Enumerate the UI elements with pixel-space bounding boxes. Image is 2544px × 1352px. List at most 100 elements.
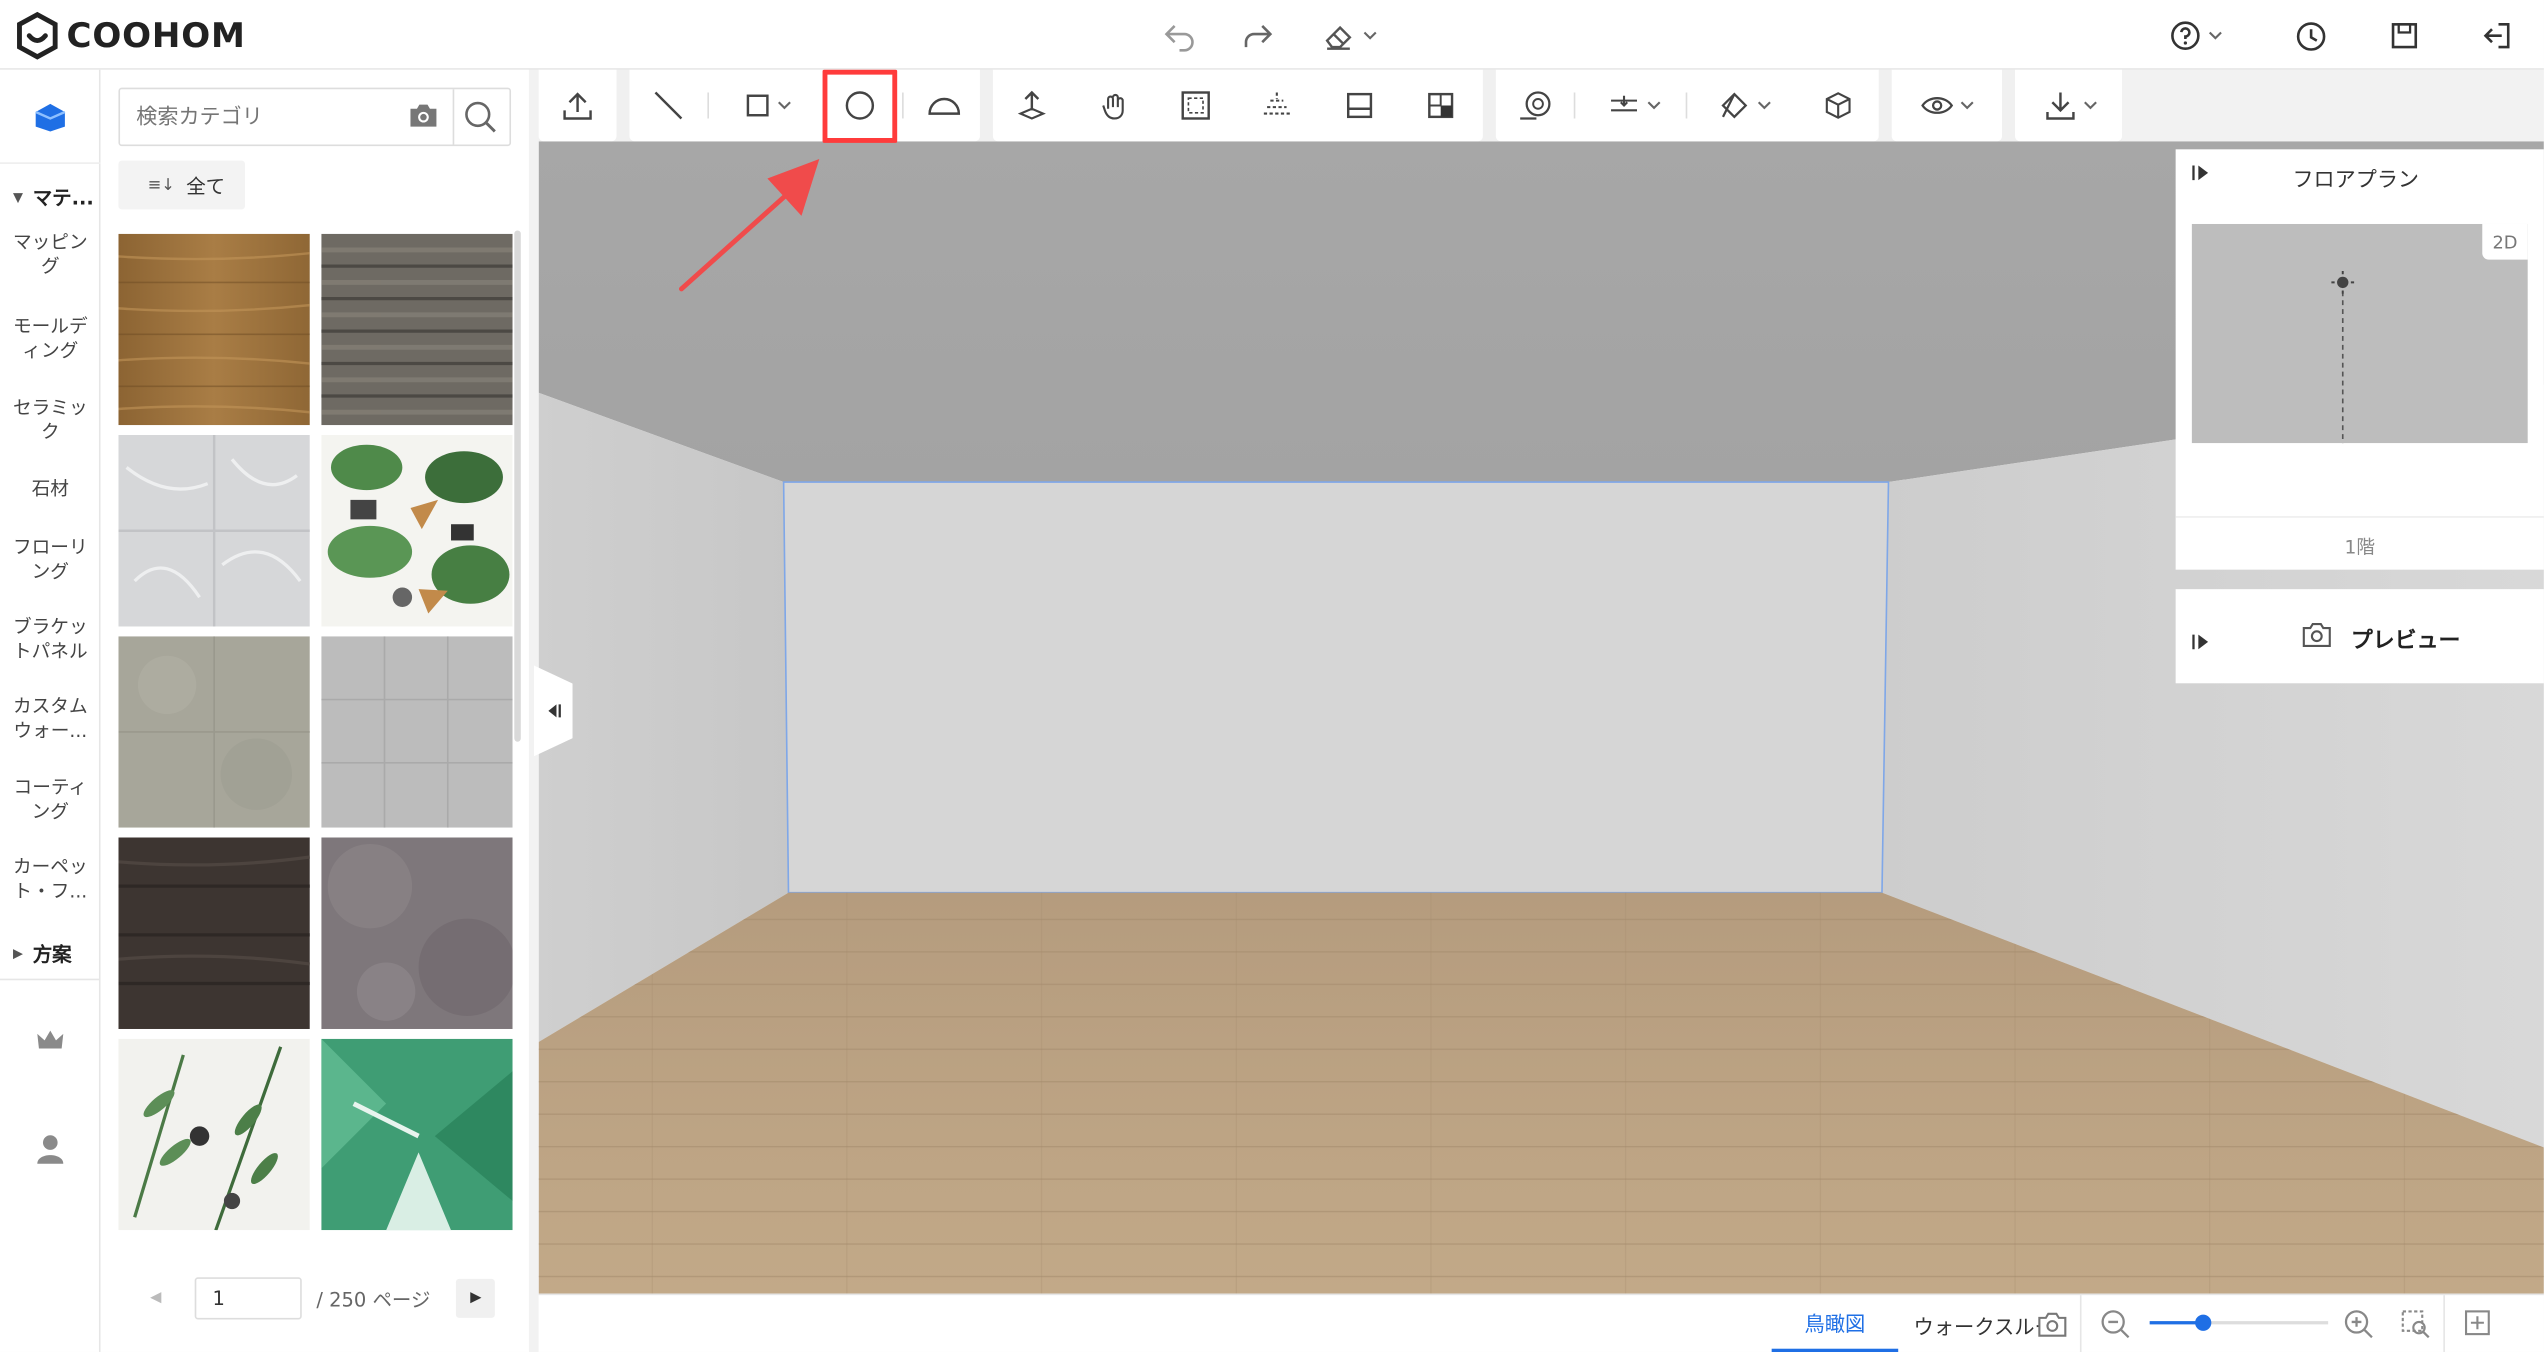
line-tool-button[interactable] (649, 86, 688, 125)
page-total: / 250 ページ (316, 1287, 431, 1311)
chevron-down-icon (1959, 101, 1973, 110)
expand-preview-button[interactable] (2192, 626, 2210, 657)
offset-button[interactable] (1176, 86, 1215, 125)
rectangle-tool-button[interactable] (735, 86, 800, 125)
filter-all-button[interactable]: ≡↓ 全て (118, 160, 245, 210)
material-tile[interactable] (321, 837, 513, 1029)
bottom-bar: 鳥瞰図 ウォークスルー (538, 1293, 2544, 1352)
rail-section-plans[interactable]: ▶ 方案 (0, 940, 101, 966)
upload-button[interactable] (558, 86, 597, 125)
download-icon (2045, 92, 2074, 120)
search-box (118, 87, 512, 147)
zoom-slider-handle[interactable] (2195, 1314, 2212, 1331)
rail-premium-button[interactable] (0, 1027, 101, 1053)
material-tile[interactable] (321, 636, 513, 828)
material-tile[interactable] (118, 233, 310, 426)
toolbar-separator (902, 92, 904, 119)
exit-button[interactable] (2481, 16, 2513, 55)
expand-icon (2192, 165, 2209, 181)
brand-logo[interactable]: COOHOM (15, 11, 246, 60)
circle-tool-highlight (822, 69, 898, 143)
floor-plan-header: フロアプラン (2176, 149, 2544, 198)
camera-settings-icon (2038, 1312, 2067, 1337)
frame-icon (1181, 91, 1210, 120)
pagination: ◀ 1 / 250 ページ ▶ (136, 1276, 501, 1321)
material-tile[interactable] (118, 636, 310, 828)
preview-panel[interactable]: プレビュー (2175, 589, 2544, 684)
array-button[interactable] (1257, 86, 1296, 125)
material-tile[interactable] (118, 837, 310, 1029)
rail-section-materials[interactable]: ▼ マテ... (0, 183, 101, 209)
expand-floor-plan-button[interactable] (2192, 164, 2210, 188)
camera-marker (2331, 271, 2355, 444)
zoom-area-icon (2401, 1310, 2430, 1339)
rail-divider (0, 978, 101, 981)
model-button[interactable] (1819, 86, 1858, 125)
eraser-icon (1325, 25, 1352, 50)
redo-button[interactable] (1240, 16, 1276, 55)
material-tile[interactable] (321, 233, 513, 426)
panel-button[interactable] (1340, 86, 1379, 125)
visibility-button[interactable] (1911, 86, 1982, 125)
rail-item-mapping[interactable]: マッピング (0, 230, 101, 279)
toolbar-group-export (2015, 69, 2123, 142)
rail-item-molding[interactable]: モールディング (0, 315, 101, 364)
floor-label[interactable]: 1階 (2176, 534, 2544, 560)
upload-icon (563, 92, 592, 120)
undo-button[interactable] (1162, 16, 1198, 55)
paint-button[interactable] (1710, 86, 1778, 125)
collapse-left-icon (548, 704, 561, 718)
search-input[interactable] (120, 90, 393, 143)
rail-item-ceramic[interactable]: セラミック (0, 396, 101, 445)
layout-button[interactable] (1421, 86, 1460, 125)
floor-plan-map[interactable]: 2D (2191, 223, 2528, 444)
push-pull-button[interactable] (1095, 86, 1134, 125)
rail-material-tab[interactable] (0, 70, 101, 164)
material-brush-button[interactable] (1515, 86, 1554, 125)
top-header: COOHOM (0, 0, 2544, 70)
toolbar-separator (1685, 92, 1688, 119)
arc-tool-button[interactable] (923, 86, 965, 125)
next-page-button[interactable]: ▶ (456, 1278, 496, 1318)
rail-item-stone[interactable]: 石材 (0, 477, 101, 501)
rail-item-custom-wall[interactable]: カスタムウォー... (0, 695, 101, 744)
floor-plan-panel: フロアプラン 2D 1階 (2175, 149, 2544, 570)
floor-plan-title: フロアプラン (2292, 168, 2420, 194)
page-input[interactable]: 1 (194, 1277, 302, 1320)
line-tool-icon (654, 91, 683, 120)
prev-page-button[interactable]: ◀ (136, 1279, 175, 1318)
zoom-slider[interactable] (2149, 1314, 2329, 1331)
material-tile[interactable] (321, 1038, 513, 1231)
eraser-button[interactable] (1321, 16, 1378, 55)
fullscreen-icon (2464, 1310, 2490, 1336)
save-button[interactable] (2390, 16, 2419, 55)
rail-item-coating[interactable]: コーティング (0, 776, 101, 825)
tab-walkthrough[interactable]: ウォークスルー (1911, 1295, 2057, 1352)
zoom-fit-button[interactable] (2400, 1308, 2432, 1347)
material-box-icon (35, 103, 66, 131)
chevron-down-icon (1646, 101, 1660, 110)
rail-item-bracket-panel[interactable]: ブラケットパネル (0, 615, 101, 664)
rail-item-carpet[interactable]: カーペット・フ... (0, 855, 101, 904)
help-button[interactable] (2169, 16, 2223, 55)
extrude-button[interactable] (1012, 86, 1051, 125)
rail-account-button[interactable] (0, 1133, 101, 1165)
snapshot-button[interactable] (2038, 1310, 2070, 1346)
sort-icon: ≡↓ (147, 176, 175, 194)
tab-birds-eye[interactable]: 鳥瞰図 (1771, 1295, 1899, 1352)
search-button[interactable] (462, 99, 498, 141)
rail-item-flooring[interactable]: フローリング (0, 536, 101, 585)
download-button[interactable] (2034, 86, 2105, 125)
material-tile[interactable] (118, 434, 310, 627)
level-icon (1610, 95, 1637, 112)
zoom-in-button[interactable] (2343, 1308, 2375, 1347)
level-button[interactable] (1600, 86, 1668, 125)
material-tile[interactable] (118, 1038, 310, 1231)
search-icon (465, 101, 496, 133)
panel-scrollbar[interactable] (514, 230, 521, 742)
fullscreen-button[interactable] (2463, 1308, 2492, 1344)
material-tile[interactable] (321, 434, 513, 627)
zoom-out-button[interactable] (2099, 1308, 2131, 1347)
image-search-button[interactable] (409, 102, 438, 134)
history-button[interactable] (2294, 16, 2328, 55)
